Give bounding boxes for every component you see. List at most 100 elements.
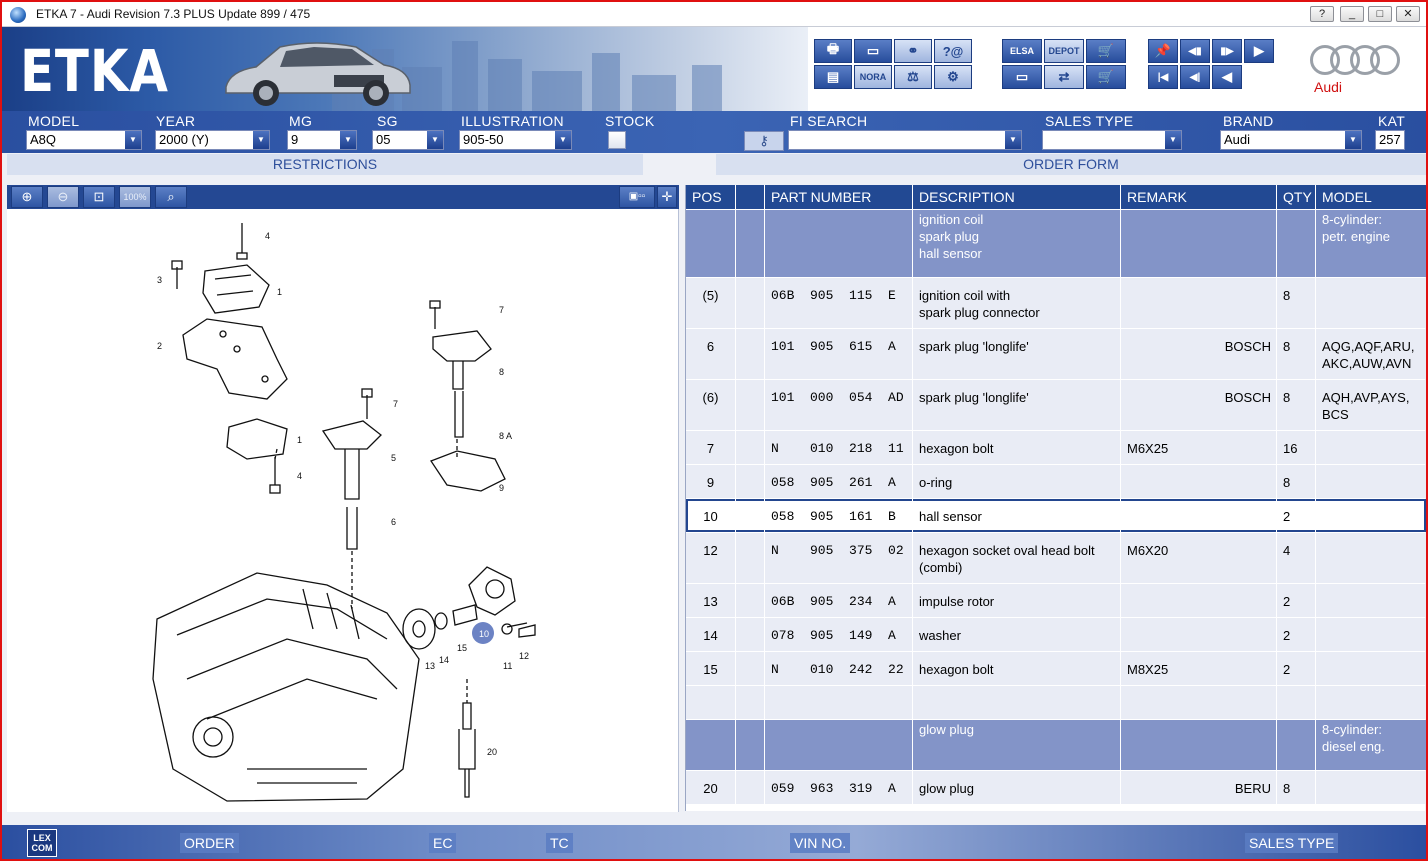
table-row[interactable]: 15 N 010 242 22 hexagon bolt M8X25 2: [686, 652, 1426, 685]
elsa-button[interactable]: ELSA: [1002, 39, 1042, 63]
brand-select[interactable]: Audi ▼: [1220, 130, 1362, 150]
callout-label[interactable]: 14: [439, 655, 449, 665]
scale-button[interactable]: ⚖: [894, 65, 932, 89]
kat-field[interactable]: 257: [1375, 130, 1405, 150]
ec-button[interactable]: EC: [429, 833, 457, 853]
chevron-down-icon[interactable]: ▼: [1005, 131, 1021, 149]
table-row[interactable]: 7 N 010 218 11 hexagon bolt M6X25 16: [686, 431, 1426, 464]
page-forward-button[interactable]: ▮▶: [1212, 39, 1242, 63]
callout-label[interactable]: 8: [499, 367, 504, 377]
callout-label[interactable]: 7: [393, 399, 398, 409]
table-row[interactable]: 13 06B 905 234 A impulse rotor 2: [686, 584, 1426, 617]
cart-add-button[interactable]: 🛒: [1086, 65, 1126, 89]
table-row[interactable]: 6 101 905 615 A spark plug 'longlife' BOSCH…: [686, 329, 1426, 379]
callout-label[interactable]: 20: [487, 747, 497, 757]
zoom-100-icon[interactable]: 100%: [119, 186, 151, 208]
parts-illustration[interactable]: 4 3 1 2 1 4 7 7 8 8 A 5 9 6 10 15 14 13 …: [7, 209, 679, 812]
callout-label[interactable]: 5: [391, 453, 396, 463]
screen-button[interactable]: ▭: [854, 39, 892, 63]
col-part-number[interactable]: PART NUMBER: [765, 185, 913, 209]
zoom-out-icon[interactable]: ⊖: [47, 186, 79, 208]
depot-button[interactable]: DEPOT: [1044, 39, 1084, 63]
transfer-button[interactable]: ⇄: [1044, 65, 1084, 89]
list-button[interactable]: ▤: [814, 65, 852, 89]
col-model[interactable]: MODEL: [1316, 185, 1426, 209]
print-button[interactable]: 🖶: [814, 39, 852, 63]
chevron-down-icon[interactable]: ▼: [1165, 131, 1181, 149]
sales-type-button[interactable]: SALES TYPE: [1245, 833, 1339, 853]
first-button[interactable]: |◀: [1148, 65, 1178, 89]
callout-label[interactable]: 2: [157, 341, 162, 351]
restrictions-header[interactable]: RESTRICTIONS: [7, 154, 643, 175]
callout-label[interactable]: 1: [277, 287, 282, 297]
pin-button[interactable]: 📌: [1148, 39, 1178, 63]
callout-label[interactable]: 7: [499, 305, 504, 315]
callout-label[interactable]: 3: [157, 275, 162, 285]
chevron-down-icon[interactable]: ▼: [340, 131, 356, 149]
callout-label[interactable]: 6: [391, 517, 396, 527]
chevron-down-icon[interactable]: ▼: [253, 131, 269, 149]
callout-label[interactable]: 1: [297, 435, 302, 445]
table-row[interactable]: 20 059 963 319 A glow plug BERU 8: [686, 771, 1426, 804]
next-button[interactable]: ▶: [1244, 39, 1274, 63]
table-row[interactable]: (6) 101 000 054 AD spark plug 'longlife' BO…: [686, 380, 1426, 430]
mg-select[interactable]: 9 ▼: [287, 130, 357, 150]
table-row[interactable]: 10 058 905 161 B hall sensor 2: [686, 499, 1426, 532]
maximize-button[interactable]: □: [1368, 6, 1392, 22]
zoom-area-icon[interactable]: ⊡: [83, 186, 115, 208]
callout-label[interactable]: 12: [519, 651, 529, 661]
sg-select[interactable]: 05 ▼: [372, 130, 444, 150]
zoom-in-icon[interactable]: ⊕: [11, 186, 43, 208]
order-form-header[interactable]: ORDER FORM: [716, 154, 1426, 175]
order-button[interactable]: ORDER: [180, 833, 239, 853]
table-row[interactable]: [686, 686, 1426, 719]
previous-button[interactable]: ◀: [1212, 65, 1242, 89]
split-move-icon[interactable]: ✛: [657, 186, 677, 208]
callout-label[interactable]: 11: [503, 661, 512, 671]
table-row[interactable]: 14 078 905 149 A washer 2: [686, 618, 1426, 651]
nora-button[interactable]: NORA: [854, 65, 892, 89]
tc-button[interactable]: TC: [546, 833, 573, 853]
callout-label[interactable]: 9: [499, 483, 504, 493]
help-email-button[interactable]: ?@: [934, 39, 972, 63]
cart-button[interactable]: 🛒: [1086, 39, 1126, 63]
page-back-button[interactable]: ◀▮: [1180, 39, 1210, 63]
col-remark[interactable]: REMARK: [1121, 185, 1277, 209]
callout-label[interactable]: 13: [425, 661, 435, 671]
group-header-row[interactable]: ignition coil spark plug hall sensor 8-cy…: [686, 210, 1426, 277]
prev-page-button[interactable]: ◀|: [1180, 65, 1210, 89]
help-button[interactable]: ?: [1310, 6, 1334, 22]
close-button[interactable]: ✕: [1396, 6, 1420, 22]
model-select[interactable]: A8Q ▼: [26, 130, 142, 150]
col-pos[interactable]: POS: [686, 185, 736, 209]
engine-exploded-diagram[interactable]: 4 3 1 2 1 4 7 7 8 8 A 5 9 6 10 15 14 13 …: [7, 209, 679, 812]
chevron-down-icon[interactable]: ▼: [555, 131, 571, 149]
col-description[interactable]: DESCRIPTION: [913, 185, 1121, 209]
stock-checkbox[interactable]: [608, 131, 626, 149]
key-icon[interactable]: ⚷: [744, 131, 784, 151]
minimize-button[interactable]: _: [1340, 6, 1364, 22]
table-row[interactable]: 9 058 905 261 A o-ring 8: [686, 465, 1426, 498]
illustration-select[interactable]: 905-50 ▼: [459, 130, 572, 150]
wheel-button[interactable]: ⚙: [934, 65, 972, 89]
sales-type-select[interactable]: ▼: [1042, 130, 1182, 150]
callout-label[interactable]: 4: [265, 231, 270, 241]
col-flag[interactable]: [736, 185, 765, 209]
view-layout-icon[interactable]: ▣▫▫: [619, 186, 655, 208]
chevron-down-icon[interactable]: ▼: [125, 131, 141, 149]
callout-label[interactable]: 8 A: [499, 431, 512, 441]
table-row[interactable]: 12 N 905 375 02 hexagon socket oval head b…: [686, 533, 1426, 583]
year-select[interactable]: 2000 (Y) ▼: [155, 130, 270, 150]
callout-label[interactable]: 15: [457, 643, 467, 653]
table-row[interactable]: (5) 06B 905 115 E ignition coil with spark…: [686, 278, 1426, 328]
fi-search-select[interactable]: ▼: [788, 130, 1022, 150]
magnify-icon[interactable]: ⌕: [155, 186, 187, 208]
chevron-down-icon[interactable]: ▼: [1345, 131, 1361, 149]
callout-label[interactable]: 4: [297, 471, 302, 481]
chevron-down-icon[interactable]: ▼: [427, 131, 443, 149]
binoculars-button[interactable]: ⚭: [894, 39, 932, 63]
monitor-button[interactable]: ▭: [1002, 65, 1042, 89]
callout-label[interactable]: 10: [479, 629, 489, 639]
group-header-row[interactable]: glow plug 8-cylinder: diesel eng.: [686, 720, 1426, 770]
vin-button[interactable]: VIN NO.: [790, 833, 851, 853]
